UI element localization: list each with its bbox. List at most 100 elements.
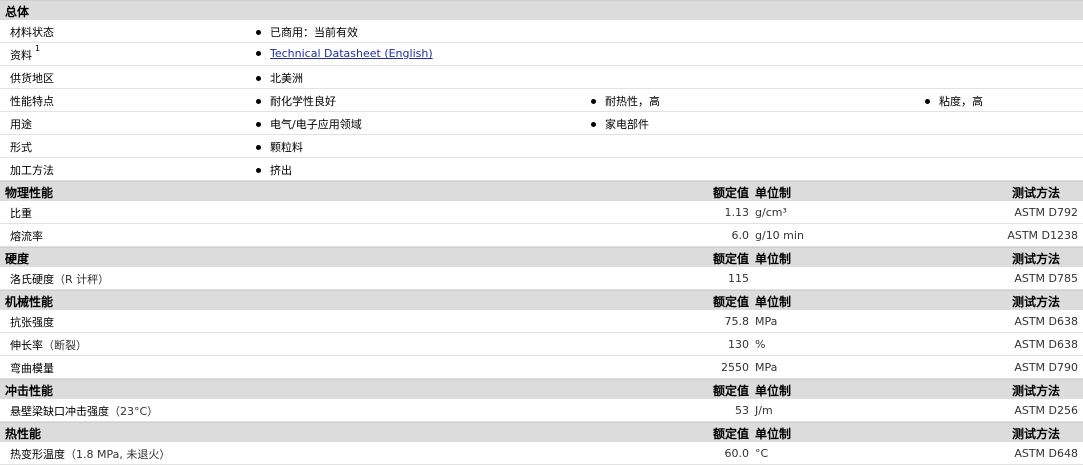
row-label: 形式 — [10, 139, 32, 155]
footnote-marker: 1 — [35, 44, 41, 54]
column-header-value: 额定值 — [712, 384, 749, 398]
column-header-unit: 单位制 — [755, 252, 792, 266]
row-label: 供货地区 — [10, 70, 54, 86]
section-header: 冲击性能 额定值 单位制 测试方法 — [0, 379, 1083, 399]
row-value-item: 家电部件 — [591, 116, 649, 132]
row-label: 用途 — [10, 116, 32, 132]
property-condition: （R 计秤） — [54, 273, 110, 286]
property-value: 6.0 — [731, 229, 750, 242]
property-unit: J/m — [755, 404, 773, 417]
row-label-text: 形式 — [10, 141, 32, 154]
row-label-text: 用途 — [10, 118, 32, 131]
property-label: 热变形温度（1.8 MPa, 未退火） — [10, 446, 170, 462]
property-method: ASTM D785 — [1014, 272, 1078, 285]
property-condition: （断裂） — [43, 339, 87, 352]
column-header-unit: 单位制 — [755, 427, 792, 441]
section-title: 硬度 — [5, 252, 30, 266]
property-value: 2550 — [721, 361, 749, 374]
bullet-icon — [256, 145, 261, 150]
bullet-icon — [256, 99, 261, 104]
column-header-unit: 单位制 — [755, 384, 792, 398]
property-value: 60.0 — [724, 447, 750, 460]
row-value-text: 已商用：当前有效 — [270, 26, 358, 39]
property-row: 伸长率（断裂） 130% ASTM D638 — [0, 333, 1083, 356]
property-unit: % — [755, 338, 766, 351]
property-value: 53 — [735, 404, 749, 417]
property-method: ASTM D638 — [1014, 338, 1078, 351]
row-label: 材料状态 — [10, 24, 54, 40]
property-value: 75.8 — [724, 315, 750, 328]
column-header-method: 测试方法 — [1011, 252, 1060, 266]
property-method: ASTM D638 — [1014, 315, 1078, 328]
property-condition: （1.8 MPa, 未退火） — [65, 448, 171, 461]
bullet-icon — [256, 168, 261, 173]
row-value-item: 耐化学性良好 — [256, 93, 336, 109]
section-title: 机械性能 — [5, 295, 54, 309]
property-condition: （23°C） — [109, 405, 159, 418]
bullet-icon — [256, 122, 261, 127]
property-label: 洛氏硬度（R 计秤） — [10, 271, 109, 287]
property-method: ASTM D256 — [1014, 404, 1078, 417]
property-label: 熔流率 — [10, 228, 43, 244]
property-unit: g/cm³ — [755, 206, 787, 219]
property-row: 热变形温度（1.8 MPa, 未退火） 60.0 °C ASTM D648 — [0, 442, 1083, 465]
property-value: 1.13 — [724, 206, 750, 219]
datasheet: 总体材料状态 已商用：当前有效资料1 Technical Datasheet (En… — [0, 0, 1083, 465]
bullet-icon — [591, 122, 596, 127]
property-row: 悬壁梁缺口冲击强度（23°C） 53 J/m ASTM D256 — [0, 399, 1083, 422]
property-unit: MPa — [755, 361, 778, 374]
property-label: 弯曲模量 — [10, 360, 54, 376]
bullet-icon — [591, 99, 596, 104]
general-row: 性能特点 耐化学性良好 耐热性，高 粘度，高 — [0, 89, 1083, 112]
property-row: 洛氏硬度（R 计秤） 115 ASTM D785 — [0, 267, 1083, 290]
row-value-text: 耐热性，高 — [605, 95, 660, 108]
column-header-unit: 单位制 — [755, 295, 792, 309]
property-label: 比重 — [10, 205, 32, 221]
column-header-value: 额定值 — [712, 186, 749, 200]
property-unit: °C — [755, 447, 769, 460]
property-value: 115 — [728, 272, 749, 285]
property-name: 伸长率 — [10, 339, 43, 352]
row-value-item[interactable]: Technical Datasheet (English) — [256, 47, 433, 60]
row-label-text: 供货地区 — [10, 72, 54, 85]
column-header-method: 测试方法 — [1011, 186, 1060, 200]
property-name: 热变形温度 — [10, 448, 65, 461]
property-method: ASTM D792 — [1014, 206, 1078, 219]
row-value-text: 电气/电子应用领域 — [270, 118, 362, 131]
row-label: 资料1 — [10, 44, 41, 63]
bullet-icon — [256, 76, 261, 81]
property-name: 悬壁梁缺口冲击强度 — [10, 405, 109, 418]
row-value-text: 家电部件 — [605, 118, 649, 131]
row-value-item: 电气/电子应用领域 — [256, 116, 362, 132]
property-unit: MPa — [755, 315, 778, 328]
property-row: 抗张强度 75.8 MPa ASTM D638 — [0, 310, 1083, 333]
datasheet-link[interactable]: Technical Datasheet (English) — [270, 47, 433, 60]
property-method: ASTM D790 — [1014, 361, 1078, 374]
row-label-text: 加工方法 — [10, 164, 54, 177]
column-header-value: 额定值 — [712, 252, 749, 266]
section-title: 冲击性能 — [5, 384, 54, 398]
column-header-unit: 单位制 — [755, 186, 792, 200]
section-header-general: 总体 — [0, 0, 1083, 20]
property-name: 弯曲模量 — [10, 362, 54, 375]
property-value: 130 — [728, 338, 749, 351]
property-unit: g/10 min — [755, 229, 804, 242]
bullet-icon — [256, 30, 261, 35]
row-value-text: 颗粒料 — [270, 141, 303, 154]
section-title: 热性能 — [5, 427, 42, 441]
general-row: 用途 电气/电子应用领域 家电部件 — [0, 112, 1083, 135]
bullet-icon — [256, 51, 261, 56]
property-name: 抗张强度 — [10, 316, 54, 329]
section-header: 硬度 额定值 单位制 测试方法 — [0, 247, 1083, 267]
row-value-item: 粘度，高 — [925, 93, 983, 109]
property-label: 抗张强度 — [10, 314, 54, 330]
column-header-value: 额定值 — [712, 295, 749, 309]
bullet-icon — [925, 99, 930, 104]
row-label: 性能特点 — [10, 93, 54, 109]
property-name: 洛氏硬度 — [10, 273, 54, 286]
row-value-text: 粘度，高 — [939, 95, 983, 108]
section-header: 热性能 额定值 单位制 测试方法 — [0, 422, 1083, 442]
row-label-text: 材料状态 — [10, 26, 54, 39]
section-header: 物理性能 额定值 单位制 测试方法 — [0, 181, 1083, 201]
section-header: 机械性能 额定值 单位制 测试方法 — [0, 290, 1083, 310]
